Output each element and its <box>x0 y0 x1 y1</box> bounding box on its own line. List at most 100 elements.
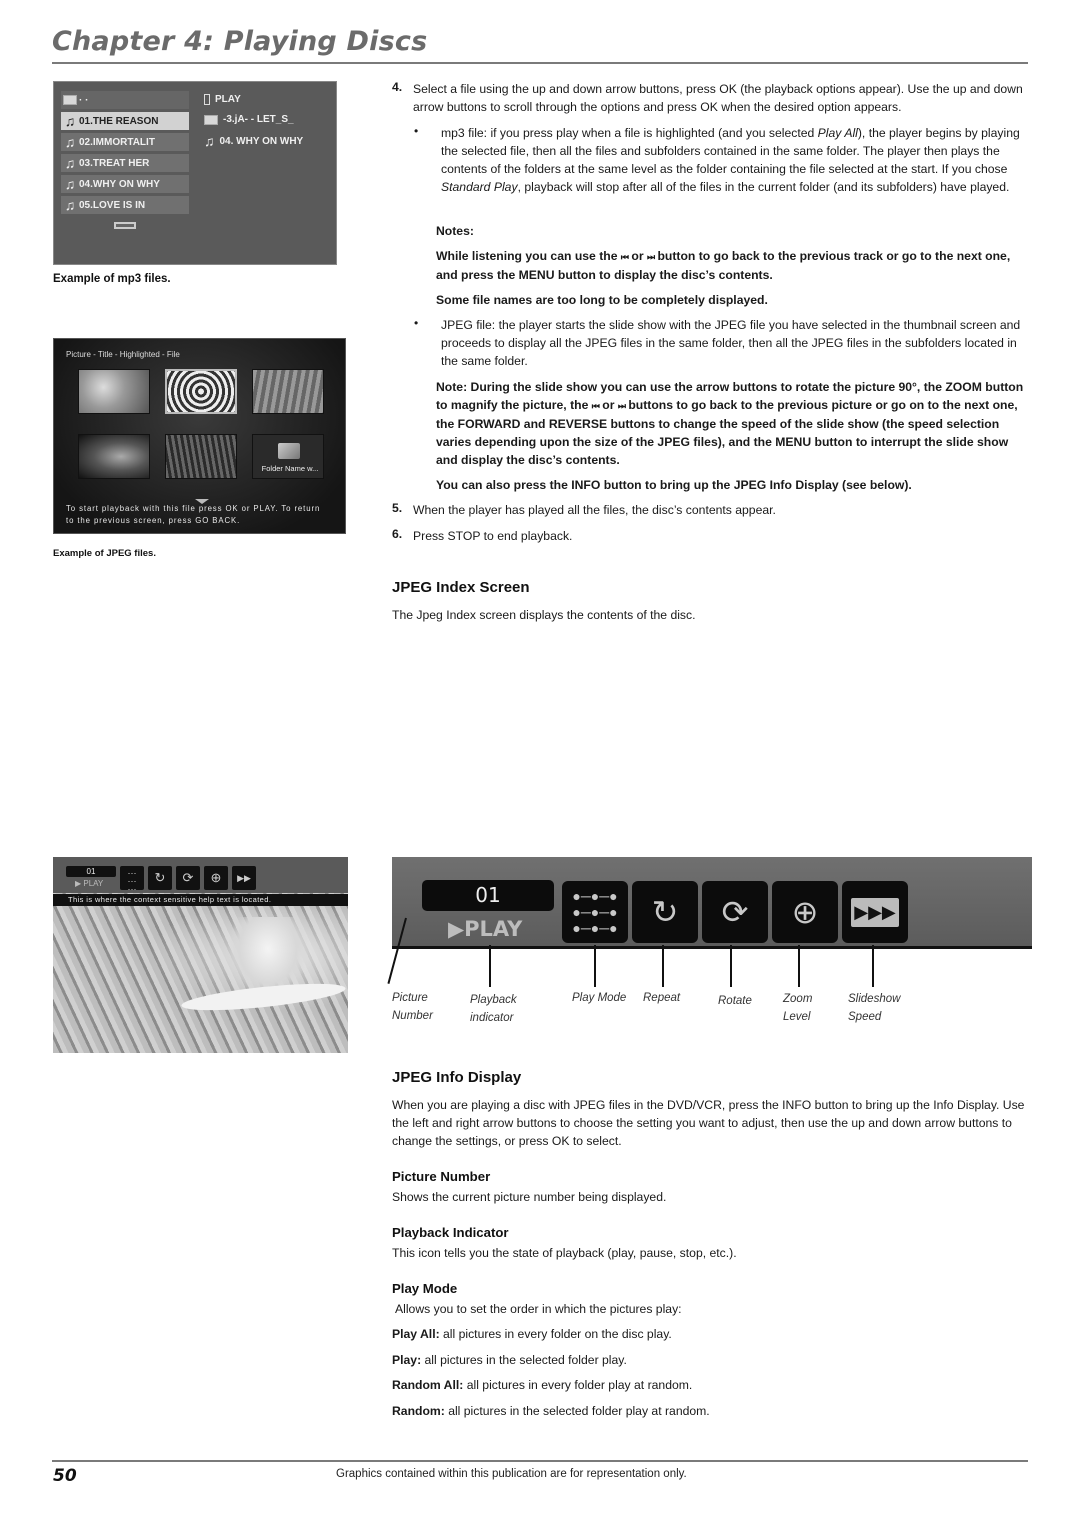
jpeg-thumbnail-highlighted[interactable] <box>165 369 237 414</box>
picture-number: 01 <box>422 880 554 911</box>
skip-back-icon: ⏮ <box>620 252 629 262</box>
text-run: or <box>598 398 618 412</box>
callout-repeat: Repeat <box>643 992 681 1004</box>
play-mode-icon[interactable]: ●─●─● ●─●─● ●─●─● <box>562 881 628 943</box>
repeat-icon[interactable]: ↻ <box>148 866 172 890</box>
callout-play-mode: Play Mode <box>572 992 627 1004</box>
file-label: 03.TREAT HER <box>79 157 150 169</box>
mp3-file-row[interactable]: ♫ 02.IMMORTALIT <box>61 133 189 151</box>
mode-text: all pictures in every folder play at ran… <box>463 1378 693 1392</box>
mp3-file-row[interactable]: ♫ 03.TREAT HER <box>61 154 189 172</box>
jpeg-thumbnail[interactable] <box>78 434 150 479</box>
callout-line: Speed <box>848 1011 882 1023</box>
playback-indicator: ▶PLAY <box>448 917 523 941</box>
step-6-text: Press STOP to end playback. <box>413 529 573 543</box>
play-option[interactable]: PLAY <box>204 94 241 105</box>
callout-line: Number <box>392 1010 433 1022</box>
jpeg-thumbnail[interactable] <box>78 369 150 414</box>
play-box-icon <box>204 94 210 105</box>
music-note-icon: ♫ <box>64 155 76 171</box>
bullet-icon: • <box>414 124 419 138</box>
file-label: 01.THE REASON <box>79 115 159 127</box>
jpeg-screen-header: Picture - Title - Highlighted - File <box>66 350 180 359</box>
folder-icon <box>278 443 300 459</box>
title-divider <box>52 62 1028 64</box>
leader-line <box>798 945 800 987</box>
subfolder-label: -3.jA- - LET_S_ <box>223 114 294 125</box>
zoom-icon[interactable]: ⊕ <box>772 881 838 943</box>
file-label: 04.WHY ON WHY <box>79 178 160 190</box>
music-note-icon: ♫ <box>64 176 76 192</box>
playback-indicator-text: This icon tells you the state of playbac… <box>392 1246 737 1260</box>
rotate-icon[interactable]: ⟳ <box>176 866 200 890</box>
mode-text: all pictures in every folder on the disc… <box>439 1327 672 1341</box>
callout-picture-number: Picture Number <box>392 989 433 1025</box>
text-run-italic: Standard Play <box>441 180 518 194</box>
skip-back-icon: ⏮ <box>591 401 600 411</box>
note-file-names: Some file names are too long to be compl… <box>436 293 768 307</box>
step-number: 6. <box>392 527 403 541</box>
mp3-caption: Example of mp3 files. <box>53 273 171 285</box>
mode-label: Random All: <box>392 1378 464 1392</box>
callout-slideshow-speed: Slideshow Speed <box>848 990 900 1026</box>
parent-folder-label: · · <box>79 94 89 106</box>
mp3-file-row[interactable]: ♫ 04.WHY ON WHY <box>61 175 189 193</box>
page-number: 50 <box>53 1466 77 1486</box>
text-run: , playback will stop after all of the fi… <box>517 180 1010 194</box>
play-label: PLAY <box>215 94 241 105</box>
skip-forward-icon: ⏭ <box>617 401 626 411</box>
playback-indicator-heading: Playback Indicator <box>392 1225 509 1240</box>
subfolder-item[interactable]: -3.jA- - LET_S_ <box>204 114 294 125</box>
slideshow-speed-icon[interactable]: ▶▶▶ <box>842 881 908 943</box>
folder-icon <box>204 114 218 125</box>
callout-line: indicator <box>470 1012 514 1024</box>
step-number: 4. <box>392 80 403 94</box>
file-label: 02.IMMORTALIT <box>79 136 155 148</box>
jpeg-screen-help: To start playback with this file press O… <box>66 503 320 527</box>
leader-line <box>730 945 732 987</box>
parent-folder-row[interactable]: · · <box>61 91 189 109</box>
callout-zoom-level: Zoom Level <box>783 990 812 1026</box>
notes-label: Notes: <box>436 224 474 238</box>
scroll-indicator[interactable] <box>114 222 136 229</box>
mp3-file-browser-screen: · · ♫ 01.THE REASON ♫ 02.IMMORTALIT ♫ 03… <box>53 81 337 265</box>
skip-forward-icon: ⏭ <box>646 252 655 262</box>
callout-line: Zoom <box>783 993 813 1005</box>
callout-line: Picture <box>392 992 428 1004</box>
playlist-file-item[interactable]: ♫ 04. WHY ON WHY <box>204 133 303 149</box>
footer-note: Graphics contained within this publicati… <box>336 1468 687 1480</box>
callout-rotate: Rotate <box>718 995 752 1007</box>
play-mode-option: Play: all pictures in the selected folde… <box>392 1351 627 1369</box>
bullet-icon: • <box>414 316 419 330</box>
info-display-bar: 01 ▶ PLAY ⋯ ⋯ ⋯ ↻ ⟳ ⊕ ▶▶ <box>53 857 348 894</box>
text-run: or <box>627 249 647 263</box>
chapter-title: Chapter 4: Playing Discs <box>52 26 428 57</box>
callout-playback-indicator: Playback indicator <box>470 991 517 1027</box>
footer-divider <box>52 1460 1028 1462</box>
leader-line <box>662 945 664 987</box>
jpeg-thumbnail[interactable] <box>252 369 324 414</box>
jpeg-thumbnail[interactable] <box>165 434 237 479</box>
mp3-bullet-text: mp3 file: if you press play when a file … <box>441 124 1029 196</box>
mp3-file-row[interactable]: ♫ 05.LOVE IS IN <box>61 196 189 214</box>
step-number: 5. <box>392 501 403 515</box>
picture-number-text: Shows the current picture number being d… <box>392 1190 667 1204</box>
callout-line: Playback <box>470 994 517 1006</box>
play-mode-icon[interactable]: ⋯ ⋯ ⋯ <box>120 866 144 894</box>
folder-thumbnail[interactable]: Folder Name w... <box>252 434 324 479</box>
repeat-icon[interactable]: ↻ <box>632 881 698 943</box>
mp3-file-row[interactable]: ♫ 01.THE REASON <box>61 112 189 130</box>
leader-line <box>489 945 491 987</box>
callout-line: Slideshow <box>848 993 901 1005</box>
zoom-icon[interactable]: ⊕ <box>204 866 228 890</box>
picture-number: 01 <box>66 866 116 877</box>
jpeg-index-text: The Jpeg Index screen displays the conte… <box>392 608 696 622</box>
jpeg-caption: Example of JPEG files. <box>53 548 156 559</box>
slideshow-speed-icon[interactable]: ▶▶ <box>232 866 256 890</box>
note-info: You can also press the INFO button to br… <box>436 478 912 492</box>
rotate-icon[interactable]: ⟳ <box>702 881 768 943</box>
leader-line <box>872 945 874 987</box>
step-5-text: When the player has played all the files… <box>413 503 776 517</box>
context-help-text: This is where the context sensitive help… <box>53 894 348 906</box>
folder-name: Folder Name w... <box>261 464 319 473</box>
